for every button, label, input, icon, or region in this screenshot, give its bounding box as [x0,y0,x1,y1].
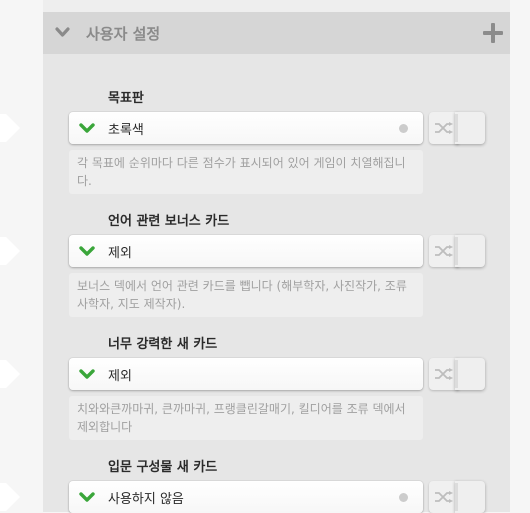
overpowered-cards-select[interactable]: 제외 [69,358,423,390]
status-dot [399,124,408,133]
check-icon [79,369,95,379]
check-icon [79,123,95,133]
setting-description: 치와와큰까마귀, 큰까마귀, 프랭클린갈매기, 킬디어를 조류 덱에서 제외합니… [69,396,423,440]
shuffle-icon [435,491,453,503]
chevron-down-icon[interactable] [55,27,70,39]
plus-icon[interactable] [483,23,503,43]
check-icon [79,246,95,256]
intro-cards-select[interactable]: 사용하지 않음 [69,481,423,513]
check-icon [79,492,95,502]
pointer-arrow-icon [0,114,20,142]
setting-description: 각 목표에 순위마다 다른 점수가 표시되어 있어 게임이 치열해집니다. [69,150,423,194]
setting-description: 보너스 덱에서 언어 관련 카드를 뺍니다 (해부학자, 사진작가, 조류사학자… [69,273,423,317]
shuffle-icon [435,245,453,257]
select-value: 초록색 [108,123,144,138]
shuffle-icon [435,122,453,134]
select-value: 사용하지 않음 [108,492,184,507]
select-value: 제외 [108,369,132,384]
pointer-arrow-icon [0,360,20,388]
setting-title: 입문 구성물 새 카드 [108,460,218,475]
pointer-arrow-icon [0,237,20,265]
status-dot [399,493,408,502]
goal-board-select[interactable]: 초록색 [69,112,423,144]
lock-toggle[interactable] [455,112,485,144]
settings-panel: 사용자 설정 목표판 초록색 각 목표에 순위마다 다른 점수가 표시되어 있어… [0,0,510,513]
lock-toggle[interactable] [455,235,485,267]
section-title: 사용자 설정 [86,25,161,43]
pointer-arrow-icon [0,483,20,511]
lock-toggle[interactable] [455,358,485,390]
lock-toggle[interactable] [455,481,485,513]
select-value: 제외 [108,246,132,261]
setting-title: 언어 관련 보너스 카드 [108,214,230,229]
shuffle-icon [435,368,453,380]
language-bonus-select[interactable]: 제외 [69,235,423,267]
top-strip [43,0,510,12]
setting-title: 너무 강력한 새 카드 [108,337,218,352]
setting-title: 목표판 [108,91,144,106]
section-header[interactable]: 사용자 설정 [43,12,510,54]
